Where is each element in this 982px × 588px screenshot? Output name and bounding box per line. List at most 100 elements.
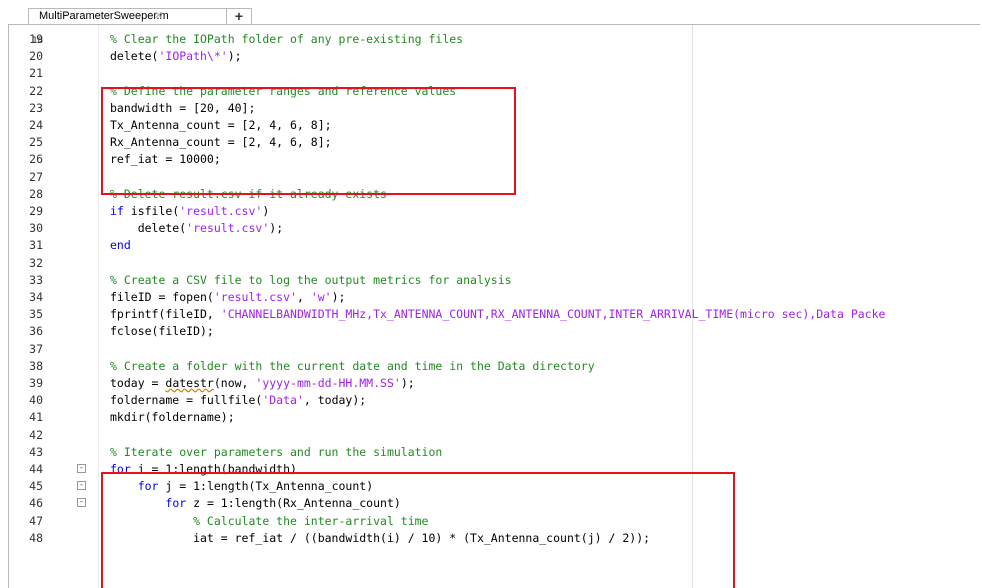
code-line[interactable]: 20 delete('IOPath\*'); [9, 47, 980, 65]
line-number: 27 [29, 169, 43, 184]
code-token: , [296, 290, 311, 304]
code-line[interactable]: 41 mkdir(foldername); [9, 408, 980, 426]
code-text: ref_iat = 10000; [110, 150, 221, 168]
code-line[interactable]: 24 Tx_Antenna_count = [2, 4, 6, 8]; [9, 116, 980, 134]
code-text: % Iterate over parameters and run the si… [110, 443, 442, 461]
line-number: 28 [29, 186, 43, 201]
code-text: Tx_Antenna_count = [2, 4, 6, 8]; [110, 116, 332, 134]
code-line[interactable]: 26 ref_iat = 10000; [9, 150, 980, 168]
tab-filename: MultiParameterSweeper.m [39, 10, 169, 22]
code-line[interactable]: 37 [9, 340, 980, 358]
code-line[interactable]: 25 Rx_Antenna_count = [2, 4, 6, 8]; [9, 133, 980, 151]
code-token: z = 1:length(Rx_Antenna_count) [186, 496, 401, 511]
string-literal: 'result.csv' [186, 221, 270, 236]
code-line[interactable]: 47 % Calculate the inter-arrival time [9, 512, 980, 530]
fold-toggle-icon[interactable]: - [77, 481, 86, 491]
line-number: 23 [29, 100, 43, 115]
fold-toggle-icon[interactable]: - [77, 498, 86, 508]
comment: % Delete result.csv if it already exists [110, 186, 387, 201]
code-token: ); [400, 376, 415, 390]
code-text: mkdir(foldername); [110, 408, 235, 426]
comment: % Define the parameter ranges and refere… [110, 83, 457, 98]
code-line[interactable]: 46 - for z = 1:length(Rx_Antenna_count) [9, 494, 980, 512]
code-editor[interactable]: 18 19% Clear the IOPath folder of any pr… [9, 25, 980, 588]
code-token: delete( [110, 49, 159, 64]
code-text: % Define the parameter ranges and refere… [110, 82, 456, 100]
keyword: end [110, 238, 131, 253]
line-number: 31 [29, 238, 43, 253]
code-line[interactable]: 42 [9, 426, 980, 444]
comment: % Iterate over parameters and run the si… [110, 444, 443, 459]
line-number: 32 [29, 255, 43, 270]
code-line[interactable]: 22 % Define the parameter ranges and refe… [9, 82, 980, 100]
code-token: Rx_Antenna_count = [2, 4, 6, 8]; [110, 135, 332, 150]
code-token: mkdir(foldername); [110, 410, 235, 425]
code-line[interactable]: 30 delete('result.csv'); [9, 219, 980, 237]
code-line[interactable]: 28 % Delete result.csv if it already exis… [9, 185, 980, 203]
code-line[interactable]: 45 - for j = 1:length(Tx_Antenna_count) [9, 477, 980, 495]
code-token: fclose(fileID); [110, 324, 214, 339]
code-line[interactable]: 19 % Clear the IOPath folder of any pre-e… [9, 30, 980, 48]
code-text: if isfile('result.csv') [110, 202, 269, 220]
code-token: fileID = fopen( [110, 290, 214, 304]
code-token: delete( [110, 221, 187, 236]
code-line[interactable]: 23 bandwidth = [20, 40]; [9, 99, 980, 117]
code-line[interactable]: 34 fileID = fopen('result.csv', 'w'); [9, 288, 980, 306]
code-token: bandwidth = [20, 40]; [110, 100, 256, 115]
code-text: for i = 1:length(bandwidth) [110, 460, 297, 478]
code-line[interactable]: 43 % Iterate over parameters and run the … [9, 443, 980, 461]
code-line[interactable]: 27 [9, 168, 980, 186]
line-number: 34 [29, 290, 43, 304]
line-number: 48 [29, 530, 43, 545]
code-line[interactable]: 48 iat = ref_iat / ((bandwidth(i) / 10) … [9, 529, 980, 547]
code-line[interactable]: 29 if isfile('result.csv') [9, 202, 980, 220]
code-line[interactable]: 40 foldername = fullfile('Data', today); [9, 391, 980, 409]
code-text: today = datestr(now, 'yyyy-mm-dd-HH.MM.S… [110, 374, 415, 392]
fold-toggle-icon[interactable]: - [77, 464, 86, 473]
code-line[interactable]: 33 % Create a CSV file to log the output … [9, 271, 980, 289]
line-number: 26 [29, 152, 43, 167]
code-token: ); [227, 49, 242, 64]
comment: % Calculate the inter-arrival time [110, 513, 429, 528]
code-token: ); [331, 290, 346, 304]
line-number: 33 [29, 272, 43, 287]
code-line[interactable]: 32 [9, 254, 980, 272]
line-number: 37 [29, 341, 43, 356]
line-number: 20 [29, 49, 43, 64]
keyword: if [110, 204, 124, 218]
line-number: 40 [29, 393, 43, 408]
code-text: for j = 1:length(Tx_Antenna_count) [110, 477, 373, 495]
line-number: 24 [29, 118, 43, 132]
code-text: end [110, 236, 131, 254]
code-line[interactable]: 35 fprintf(fileID, 'CHANNELBANDWIDTH_MHz,… [9, 305, 980, 323]
line-number: 19 [29, 32, 43, 46]
line-number: 47 [29, 513, 43, 528]
code-line[interactable]: 44 - for i = 1:length(bandwidth) [9, 460, 980, 478]
code-token: fprintf(fileID, [110, 307, 221, 322]
tab-multiparametersweeper[interactable]: MultiParameterSweeper.m ✕ [28, 8, 247, 24]
string-literal: 'IOPath\*' [158, 49, 228, 64]
keyword: for [165, 496, 187, 511]
code-text: for z = 1:length(Rx_Antenna_count) [110, 494, 401, 512]
string-literal: 'yyyy-mm-dd-HH.MM.SS' [255, 376, 401, 390]
code-line[interactable]: 39 today = datestr(now, 'yyyy-mm-dd-HH.MM… [9, 374, 980, 392]
line-number: 43 [29, 444, 43, 459]
comment: % Create a CSV file to log the output me… [110, 272, 512, 287]
code-line[interactable]: 21 [9, 64, 980, 82]
keyword: for [110, 462, 131, 476]
code-text: foldername = fullfile('Data', today); [110, 391, 366, 409]
string-literal: 'Data' [262, 393, 304, 408]
code-text: iat = ref_iat / ((bandwidth(i) / 10) * (… [110, 529, 650, 547]
new-tab-button[interactable]: + [226, 8, 252, 24]
code-token: ref_iat = 10000; [110, 152, 221, 167]
code-line[interactable]: 36 fclose(fileID); [9, 322, 980, 340]
warning-underline: datestr [165, 376, 214, 390]
line-number: 45 [29, 479, 43, 494]
code-text: % Create a CSV file to log the output me… [110, 271, 512, 289]
line-number: 35 [29, 307, 43, 322]
line-number: 36 [29, 324, 43, 339]
code-line[interactable]: 38 % Create a folder with the current dat… [9, 357, 980, 375]
code-line[interactable]: 31 end [9, 236, 980, 254]
code-token: iat = ref_iat / ((bandwidth(i) / 10) * (… [110, 530, 651, 545]
close-icon[interactable]: ✕ [154, 9, 163, 24]
